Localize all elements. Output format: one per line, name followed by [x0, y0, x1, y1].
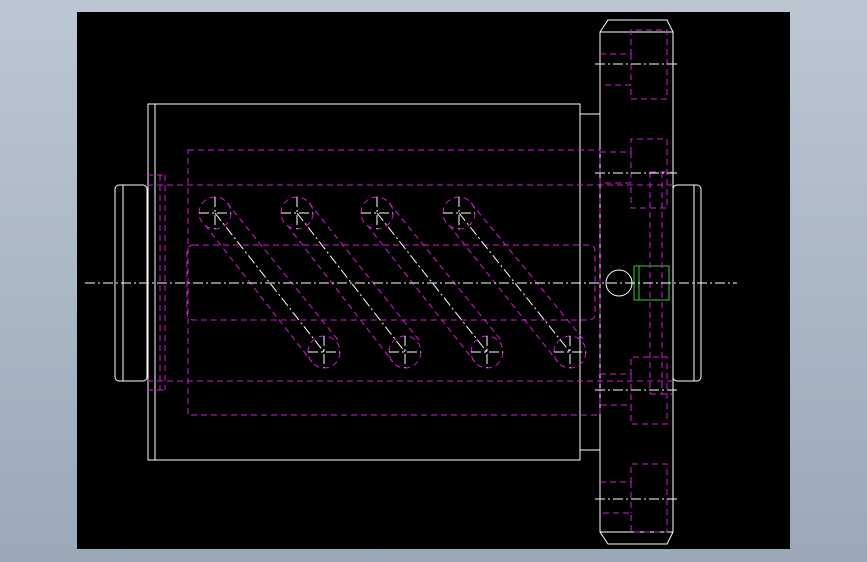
cad-drawing: [85, 19, 737, 545]
cad-viewport[interactable]: [77, 12, 790, 549]
nut-body: [147, 103, 601, 461]
